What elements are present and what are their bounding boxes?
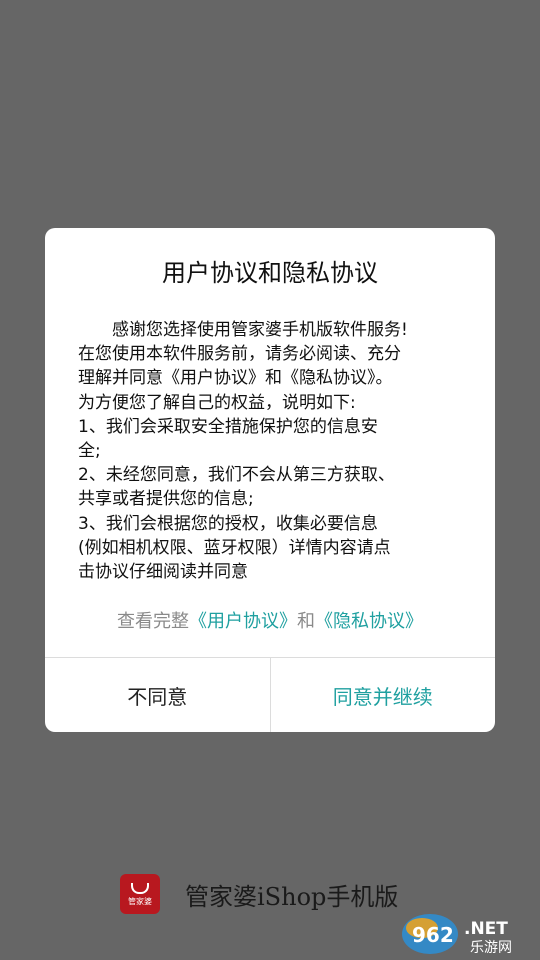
body-line: 3、我们会根据您的授权，收集必要信息 [78, 513, 378, 534]
dialog-title: 用户协议和隐私协议 [162, 259, 378, 287]
site-watermark-logo: 962 .NET 乐游网 [402, 914, 512, 956]
body-line: 1、我们会采取安全措施保护您的信息安 [78, 416, 378, 437]
watermark-number: 962 [412, 923, 454, 947]
body-line: 共享或者提供您的信息; [78, 489, 254, 510]
dialog-button-row: 不同意 同意并继续 [45, 657, 495, 732]
body-line: 击协议仔细阅读并同意 [78, 562, 248, 583]
agree-continue-button[interactable]: 同意并继续 [271, 658, 496, 732]
shopping-bag-icon [131, 882, 149, 894]
splash-footer: 管家婆 管家婆iShop手机版 [120, 873, 398, 915]
watermark-site: 乐游网 [470, 940, 512, 956]
app-logo-text: 管家婆 [128, 896, 152, 906]
body-line: 全; [78, 441, 101, 462]
app-name: 管家婆iShop手机版 [185, 882, 399, 911]
body-line: 在您使用本软件服务前，请务必阅读、充分 [78, 344, 401, 365]
body-line: 2、未经您同意，我们不会从第三方获取、 [78, 465, 395, 486]
body-line: 感谢您选择使用管家婆手机版软件服务! [112, 320, 408, 340]
watermark-suffix: .NET [464, 919, 508, 939]
app-logo-icon: 管家婆 [120, 874, 160, 914]
body-line: 为方便您了解自己的权益，说明如下: [78, 392, 356, 413]
user-agreement-link[interactable]: 《用户协议》 [189, 611, 297, 632]
body-line: (例如相机权限、蓝牙权限）详情内容请点 [78, 537, 391, 558]
privacy-agreement-link[interactable]: 《隐私协议》 [315, 611, 423, 632]
screen: 用户协议和隐私协议 感谢您选择使用管家婆手机版软件服务! 在您使用本软件服务前，… [0, 0, 540, 960]
dialog-body: 感谢您选择使用管家婆手机版软件服务! 在您使用本软件服务前，请务必阅读、充分 理… [78, 318, 466, 584]
and-text: 和 [297, 611, 315, 632]
view-full-agreements: 查看完整《用户协议》和《隐私协议》 [45, 610, 495, 634]
agreement-dialog: 用户协议和隐私协议 感谢您选择使用管家婆手机版软件服务! 在您使用本软件服务前，… [45, 228, 495, 732]
body-line: 理解并同意《用户协议》和《隐私协议》。 [78, 368, 393, 389]
view-full-prefix: 查看完整 [117, 611, 189, 632]
disagree-button[interactable]: 不同意 [45, 658, 271, 732]
